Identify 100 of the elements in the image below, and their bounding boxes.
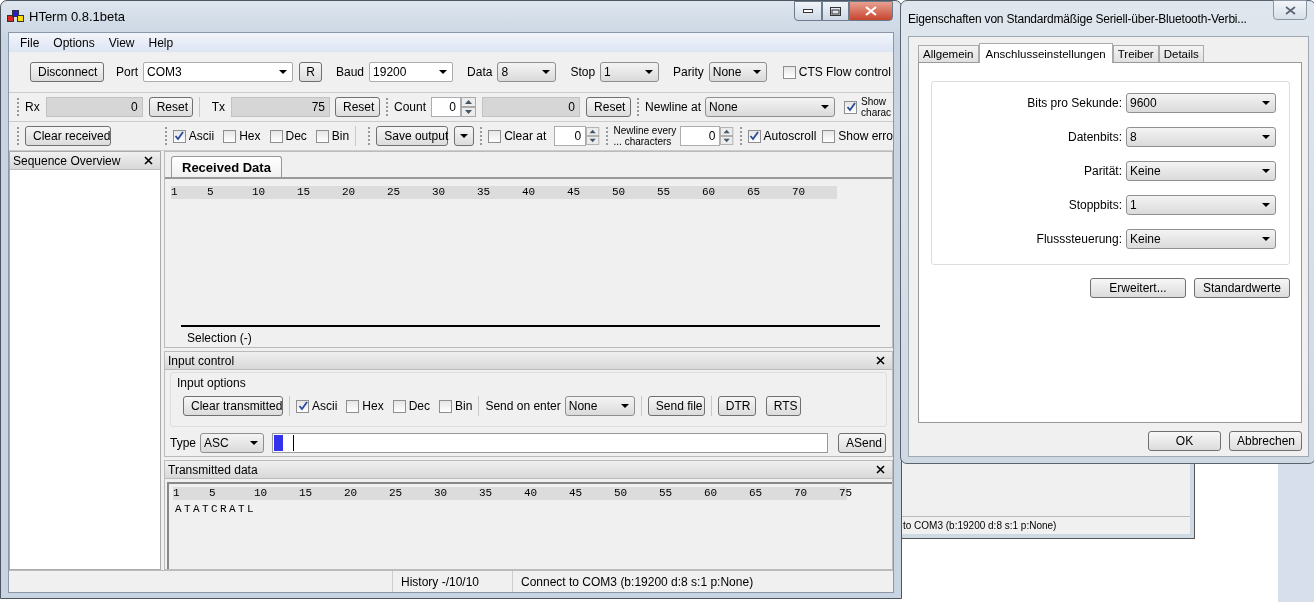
checkbox[interactable] [844, 100, 858, 114]
field-label: Bits pro Sekunde: [1027, 95, 1122, 110]
column-number: 15 [297, 186, 312, 199]
tab[interactable]: Treiber [1112, 45, 1159, 62]
send-on-enter-dropdown[interactable]: None [564, 396, 635, 416]
column-number: 10 [254, 487, 269, 500]
type-label: Type [170, 436, 196, 450]
column-number: 40 [522, 186, 537, 199]
reset-button[interactable]: Reset [586, 97, 632, 117]
minimize-button[interactable] [794, 1, 822, 21]
checkbox-label: Ascii [188, 129, 215, 143]
count-field[interactable]: 0 [431, 97, 462, 117]
received-data-tab[interactable]: Received Data [171, 156, 282, 177]
column-number: 65 [749, 487, 764, 500]
send-input-field[interactable] [272, 433, 828, 453]
disconnect-button[interactable]: Disconnect [30, 62, 104, 82]
settings-dropdown[interactable]: Keine [1126, 228, 1276, 249]
rts-button[interactable]: RTS [765, 396, 801, 416]
data-bits-dropdown[interactable]: 8 [497, 62, 557, 82]
caret-icon [460, 134, 469, 138]
close-button[interactable] [1273, 0, 1307, 20]
type-dropdown[interactable]: ASC [200, 433, 264, 453]
connection-status: Connect to COM3 (b:19200 d:8 s:1 p:None) [512, 571, 893, 592]
checkbox[interactable] [172, 129, 186, 143]
checkbox[interactable] [822, 129, 836, 143]
checkbox[interactable] [269, 129, 283, 143]
checkbox-label: Ascii [312, 399, 338, 413]
maximize-icon [830, 6, 841, 16]
column-number: 20 [342, 186, 357, 199]
checkbox-label: Bin [331, 129, 350, 143]
tab[interactable]: Anschlusseinstellungen [978, 43, 1113, 63]
close-icon[interactable] [876, 465, 885, 474]
settings-dropdown[interactable]: 1 [1126, 194, 1276, 215]
refresh-button[interactable]: R [299, 62, 322, 82]
field-label: Datenbits: [1067, 129, 1122, 144]
column-number: 5 [209, 487, 217, 500]
close-icon[interactable] [144, 156, 153, 165]
reset-button[interactable]: Reset [148, 97, 193, 117]
column-number: 25 [389, 487, 404, 500]
clear-received-button[interactable]: Clear received [25, 126, 111, 146]
checkbox-label: Autoscroll [763, 129, 817, 143]
checkbox[interactable] [488, 129, 502, 143]
column-number: 1 [171, 186, 179, 199]
column-number: 20 [344, 487, 359, 500]
checkbox[interactable] [223, 129, 237, 143]
menu-item[interactable]: Help [141, 35, 181, 50]
send-on-enter-label: Send on enter [485, 399, 561, 413]
send-file-button[interactable]: Send file [647, 396, 705, 416]
window-title: HTerm 0.8.1beta [29, 8, 126, 24]
caret-icon [1262, 168, 1270, 173]
tab[interactable]: Details [1158, 45, 1204, 62]
checkbox[interactable] [346, 399, 360, 413]
checkbox-label: Hex [362, 399, 384, 413]
newline-at-label: Newline at [645, 100, 702, 114]
spinner-icon[interactable] [720, 126, 734, 146]
settings-dropdown[interactable]: Keine [1126, 160, 1276, 181]
menu-item[interactable]: File [13, 35, 47, 50]
port-dropdown[interactable]: COM3 [143, 62, 293, 82]
newline-every-label: Newline every ... characters [613, 125, 677, 147]
baud-label: Baud [336, 65, 365, 79]
stop-bits-dropdown[interactable]: 1 [600, 62, 660, 82]
caret-icon [1262, 202, 1270, 207]
column-number: 70 [794, 487, 809, 500]
maximize-button[interactable] [822, 1, 849, 21]
data-label: Data [467, 65, 493, 79]
close-icon [865, 6, 877, 16]
spinner-icon[interactable] [586, 126, 600, 146]
spinner-icon[interactable] [461, 97, 477, 117]
clear-transmitted-button[interactable]: Clear transmitted [183, 396, 283, 416]
field-label: Stoppbits: [1068, 197, 1122, 212]
settings-dropdown[interactable]: 9600 [1126, 92, 1276, 113]
tab[interactable]: Allgemein [918, 45, 979, 62]
advanced-button[interactable]: Erweitert... [1090, 278, 1186, 298]
cancel-button[interactable]: Abbrechen [1229, 431, 1302, 451]
checkbox[interactable] [439, 399, 453, 413]
dropdown-button[interactable] [454, 126, 475, 146]
checkbox[interactable] [747, 129, 761, 143]
settings-dropdown[interactable]: 8 [1126, 126, 1276, 147]
baud-dropdown[interactable]: 19200 [369, 62, 454, 82]
checkbox[interactable] [315, 129, 329, 143]
menu-item[interactable]: Options [46, 35, 102, 50]
ok-button[interactable]: OK [1148, 431, 1221, 451]
close-icon[interactable] [876, 356, 885, 365]
newline-every-field[interactable]: 0 [680, 126, 721, 146]
clear-at-field[interactable]: 0 [554, 126, 587, 146]
checkbox[interactable] [782, 65, 796, 79]
checkbox[interactable] [392, 399, 406, 413]
column-number: 5 [207, 186, 215, 199]
reset-button[interactable]: Reset [335, 97, 380, 117]
close-button[interactable] [849, 1, 893, 21]
save-output-button[interactable]: Save output [376, 126, 449, 146]
asend-button[interactable]: ASend [838, 433, 886, 453]
parity-dropdown[interactable]: None [708, 62, 767, 82]
newline-at-dropdown[interactable]: None [705, 97, 836, 117]
defaults-button[interactable]: Standardwerte [1194, 278, 1290, 298]
parity-label: Parity [673, 65, 704, 79]
dtr-button[interactable]: DTR [717, 396, 756, 416]
checkbox[interactable] [296, 399, 309, 413]
column-number: 75 [839, 487, 854, 500]
menu-item[interactable]: View [101, 35, 142, 50]
